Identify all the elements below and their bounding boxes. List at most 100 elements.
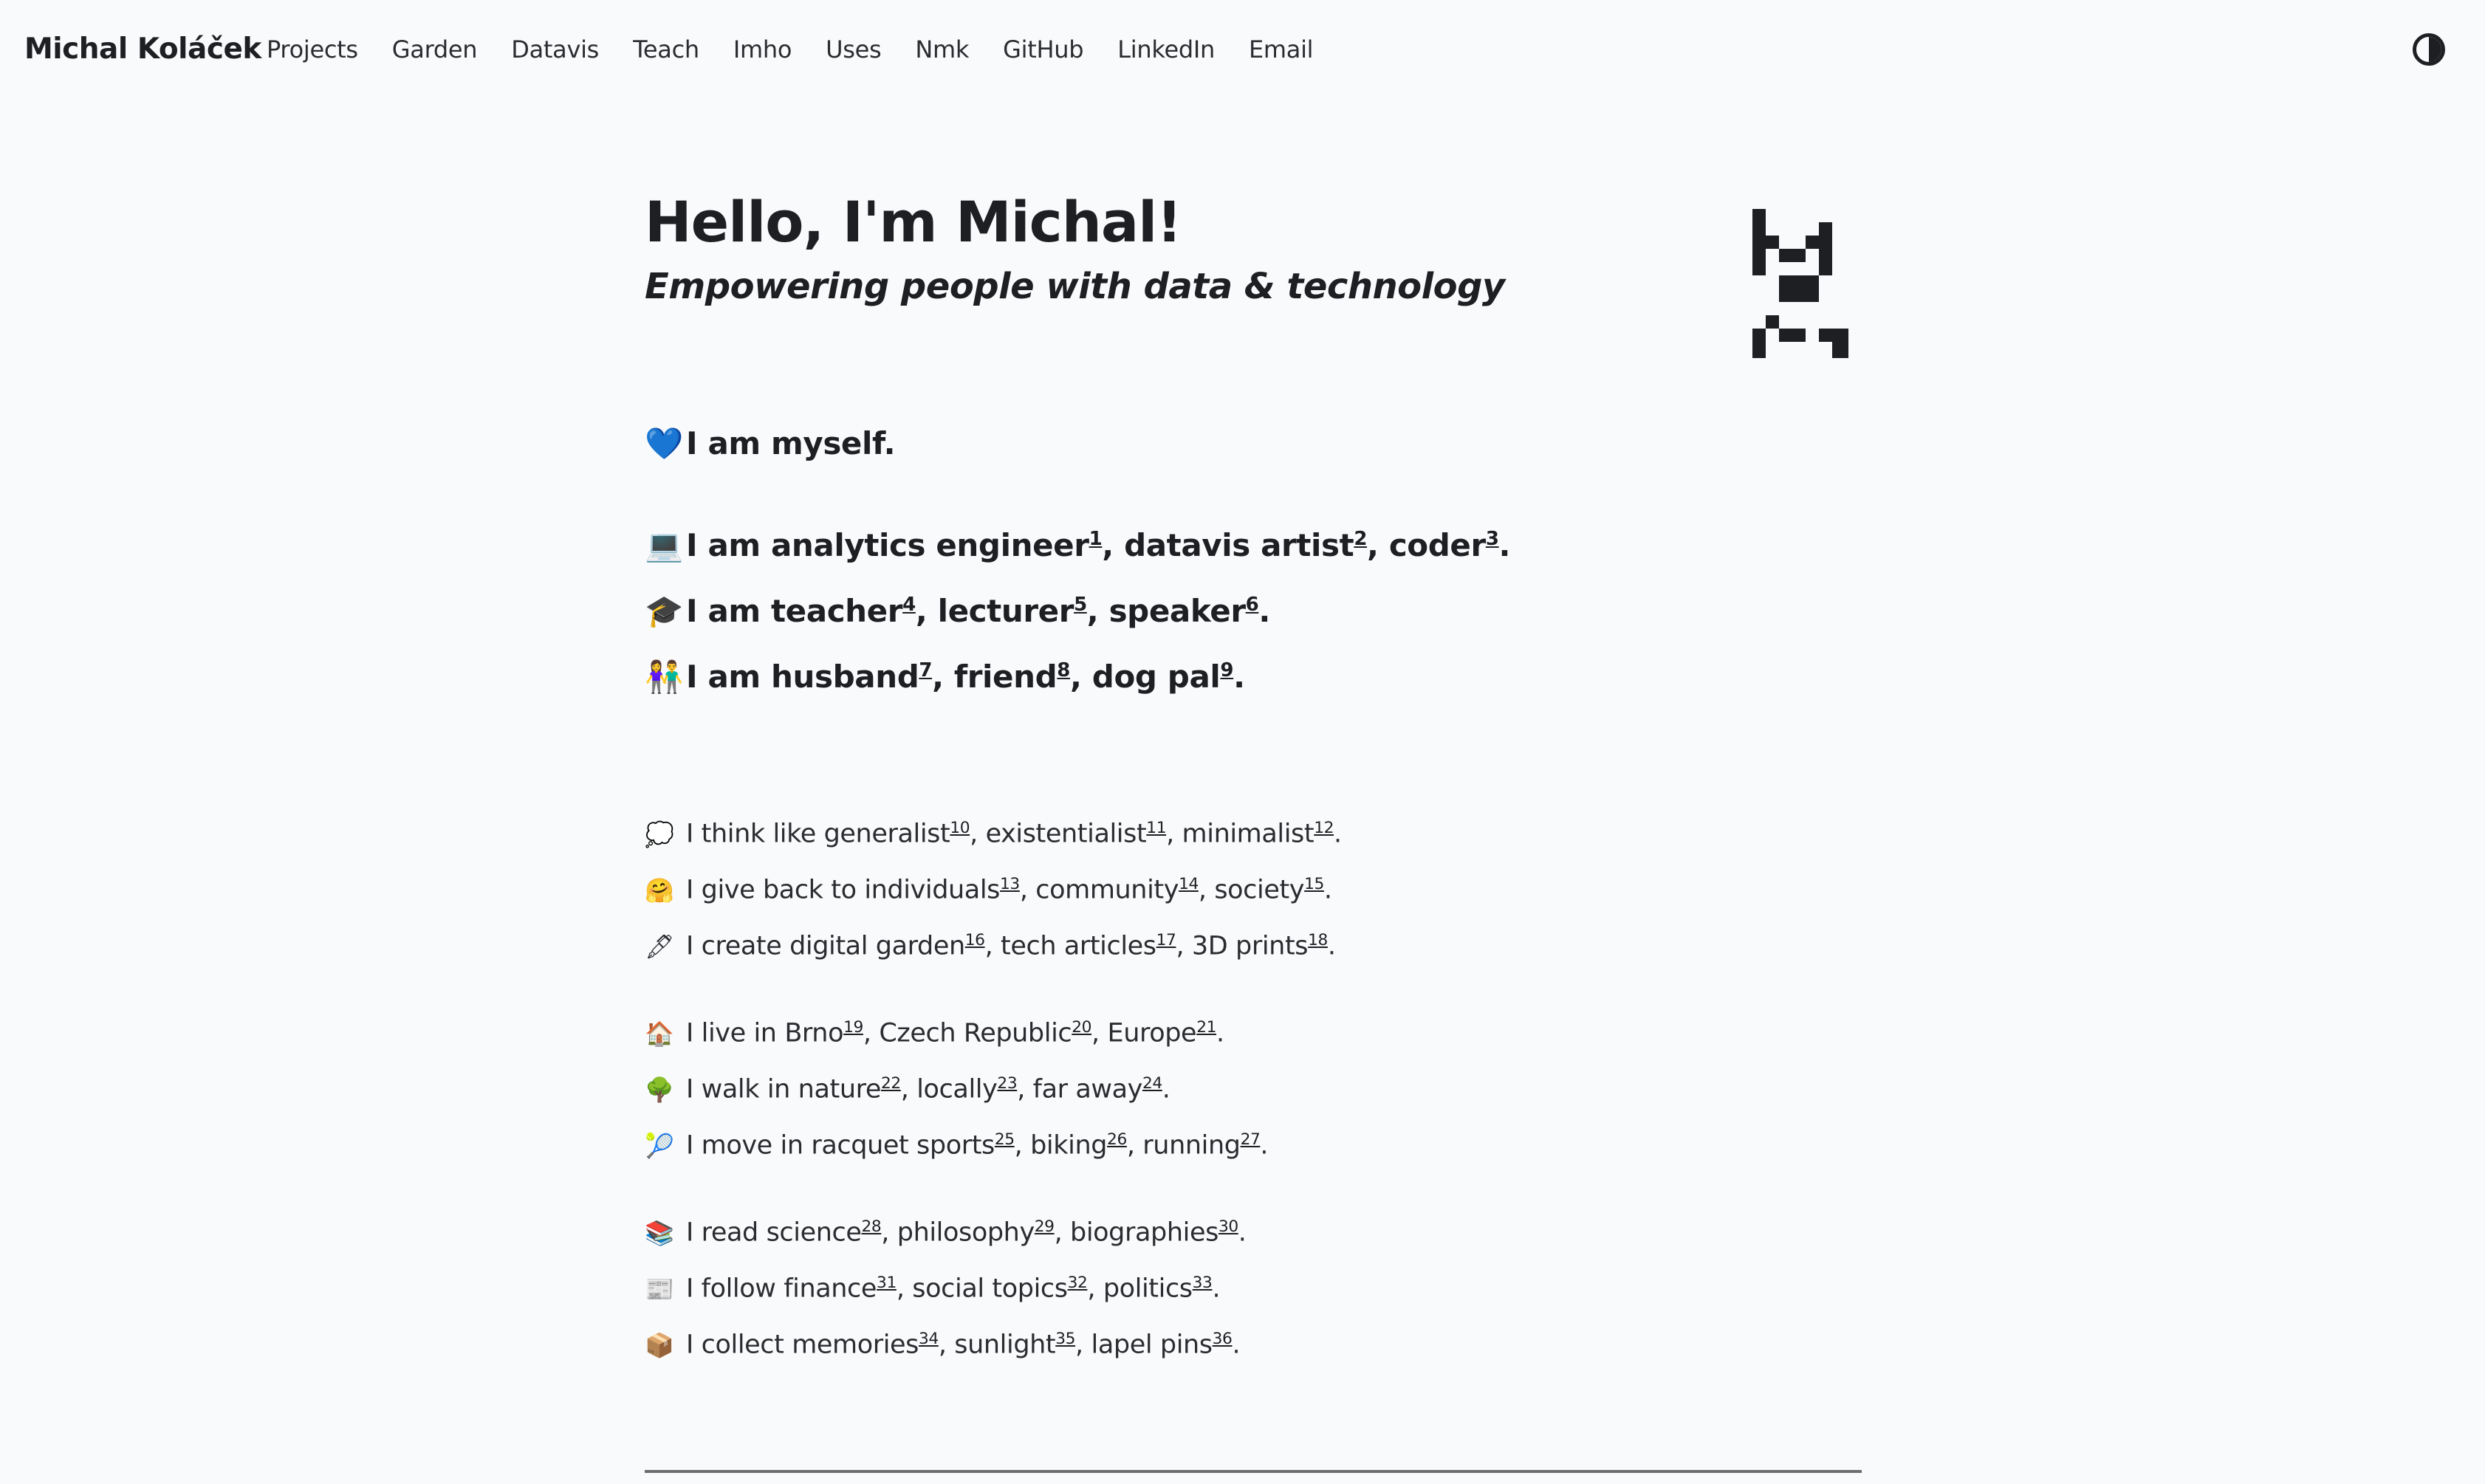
identity-myself-text: I am myself. — [686, 425, 896, 461]
tennis-icon: 🎾 — [645, 1131, 674, 1160]
footnote-link[interactable]: 16 — [965, 931, 985, 949]
footnote-link[interactable]: 23 — [997, 1074, 1017, 1093]
nav-link-garden[interactable]: Garden — [392, 35, 478, 63]
line-item-label: generalist — [823, 819, 950, 849]
blue-heart-icon: 💙 — [645, 425, 683, 461]
line-item-label: Europe — [1107, 1018, 1197, 1048]
line-item-label: digital garden — [789, 931, 965, 961]
identity-line: 🎓I am teacher4, lecturer5, speaker6. — [645, 593, 1270, 629]
fact-line: 📰 I follow finance31, social topics32, po… — [645, 1274, 1221, 1304]
nav-links: Projects Garden Datavis Teach Imho Uses … — [267, 35, 1347, 63]
line-prefix: I am — [686, 527, 771, 563]
line-item-label: Brno — [784, 1018, 844, 1048]
line-item-label: Czech Republic — [879, 1018, 1072, 1048]
top-navigation: Michal Koláček Projects Garden Datavis T… — [0, 0, 2485, 100]
line-item-label: biking — [1030, 1130, 1108, 1161]
footnote-link[interactable]: 1 — [1089, 528, 1103, 550]
footnote-link[interactable]: 11 — [1146, 819, 1166, 837]
nav-link-nmk[interactable]: Nmk — [915, 35, 969, 63]
fact-line: 🤗 I give back to individuals13, community… — [645, 875, 1332, 905]
newspaper-icon: 📰 — [645, 1274, 674, 1303]
footnote-link[interactable]: 20 — [1072, 1018, 1091, 1037]
footnote-link[interactable]: 13 — [1000, 875, 1020, 893]
nav-link-email[interactable]: Email — [1249, 35, 1314, 63]
footnote-link[interactable]: 27 — [1241, 1130, 1261, 1149]
line-prefix: I collect — [686, 1330, 792, 1360]
line-item-label: analytics engineer — [770, 527, 1089, 563]
footnote-link[interactable]: 35 — [1055, 1330, 1075, 1348]
nav-link-uses[interactable]: Uses — [826, 35, 882, 63]
fact-line: 💭 I think like generalist10, existentiali… — [645, 819, 1342, 849]
line-item-label: tech articles — [1001, 931, 1156, 961]
footnote-link[interactable]: 8 — [1057, 659, 1070, 681]
footnote-link[interactable]: 4 — [902, 594, 916, 616]
footnote-link[interactable]: 3 — [1486, 528, 1499, 550]
footnote-link[interactable]: 15 — [1304, 875, 1324, 893]
footnote-link[interactable]: 22 — [881, 1074, 901, 1093]
footnote-link[interactable]: 19 — [843, 1018, 863, 1037]
footnote-link[interactable]: 5 — [1074, 594, 1087, 616]
line-item-label: datavis artist — [1124, 527, 1354, 563]
footnote-link[interactable]: 9 — [1220, 659, 1233, 681]
identity-myself: 💙I am myself. — [645, 425, 896, 461]
line-item-label: social topics — [912, 1274, 1068, 1304]
footnote-link[interactable]: 7 — [919, 659, 932, 681]
line-item-label: 3D prints — [1191, 931, 1309, 961]
footnote-link[interactable]: 34 — [919, 1330, 939, 1348]
footnote-link[interactable]: 24 — [1142, 1074, 1162, 1093]
line-item-label: existentialist — [985, 819, 1147, 849]
line-item-label: nature — [798, 1074, 882, 1105]
line-prefix: I create — [686, 931, 790, 961]
line-item-label: lapel pins — [1091, 1330, 1213, 1360]
footnote-link[interactable]: 30 — [1218, 1217, 1238, 1236]
nav-link-projects[interactable]: Projects — [267, 35, 358, 63]
footnote-link[interactable]: 21 — [1196, 1018, 1216, 1037]
fact-line: 🌳 I walk in nature22, locally23, far away… — [645, 1074, 1170, 1105]
line-item-label: friend — [953, 659, 1058, 695]
fact-line: 📦 I collect memories34, sunlight35, lapel… — [645, 1330, 1241, 1360]
nav-link-linkedin[interactable]: LinkedIn — [1117, 35, 1215, 63]
house-icon: 🏠 — [645, 1019, 674, 1048]
footnote-link[interactable]: 2 — [1354, 528, 1367, 550]
line-item-label: politics — [1103, 1274, 1193, 1304]
footnote-link[interactable]: 29 — [1035, 1217, 1055, 1236]
line-item-label: speaker — [1108, 593, 1246, 629]
page-title: Hello, I'm Michal! — [645, 189, 1182, 255]
footnote-link[interactable]: 31 — [877, 1274, 897, 1292]
line-item-label: coder — [1388, 527, 1486, 563]
footnote-link[interactable]: 32 — [1068, 1274, 1088, 1292]
line-prefix: I am — [686, 593, 771, 629]
theme-toggle-button[interactable] — [2413, 33, 2445, 66]
footnote-link[interactable]: 14 — [1179, 875, 1199, 893]
nav-link-datavis[interactable]: Datavis — [511, 35, 599, 63]
line-prefix: I move in — [686, 1130, 812, 1161]
footnote-link[interactable]: 6 — [1246, 594, 1259, 616]
line-item-label: philosophy — [897, 1217, 1035, 1248]
line-item-label: community — [1035, 875, 1179, 905]
nav-link-github[interactable]: GitHub — [1003, 35, 1083, 63]
line-item-label: minimalist — [1182, 819, 1315, 849]
footnote-link[interactable]: 25 — [995, 1130, 1015, 1149]
footnote-link[interactable]: 28 — [862, 1217, 882, 1236]
nav-link-teach[interactable]: Teach — [633, 35, 699, 63]
footnote-link[interactable]: 12 — [1314, 819, 1334, 837]
footnote-link[interactable]: 18 — [1308, 931, 1328, 949]
line-item-label: husband — [770, 659, 919, 695]
tree-icon: 🌳 — [645, 1075, 674, 1104]
line-prefix: I think like — [686, 819, 824, 849]
fact-line: 🖋 I create digital garden16, tech article… — [645, 931, 1336, 961]
footnote-link[interactable]: 26 — [1107, 1130, 1127, 1149]
hugging-face-icon: 🤗 — [645, 876, 674, 904]
line-item-label: teacher — [770, 593, 903, 629]
footnote-link[interactable]: 36 — [1213, 1330, 1233, 1348]
line-item-label: running — [1142, 1130, 1241, 1161]
line-item-label: science — [766, 1217, 862, 1248]
nav-link-imho[interactable]: Imho — [733, 35, 792, 63]
line-prefix: I follow — [686, 1274, 784, 1304]
footnote-link[interactable]: 17 — [1156, 931, 1176, 949]
footnote-link[interactable]: 33 — [1193, 1274, 1213, 1292]
footnote-link[interactable]: 10 — [950, 819, 970, 837]
line-item-label: individuals — [864, 875, 1001, 905]
site-title-link[interactable]: Michal Koláček — [24, 32, 261, 66]
line-item-label: lecturer — [937, 593, 1074, 629]
